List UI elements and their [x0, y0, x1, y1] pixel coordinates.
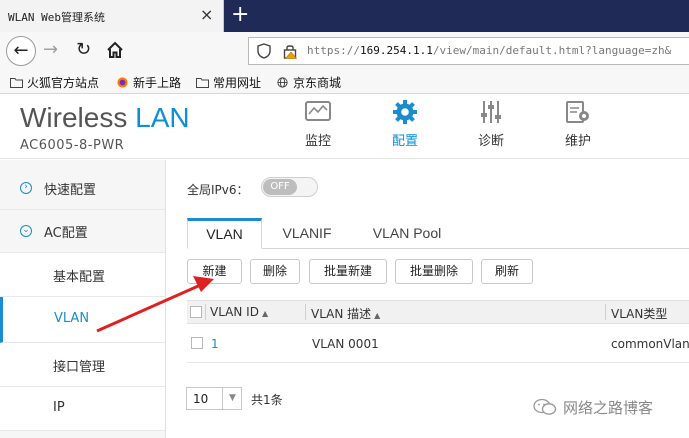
ipv6-toggle[interactable]: OFF: [261, 177, 318, 197]
browser-nav-bar: ← → ↻ https://169.254.1.1/view/main/defa…: [0, 32, 689, 70]
menu-maintain[interactable]: 维护: [548, 99, 608, 149]
sliders-icon: [481, 101, 501, 123]
bookmark-label: 常用网址: [213, 76, 262, 90]
column-vlan-type[interactable]: VLAN类型: [611, 305, 667, 322]
shield-icon[interactable]: [257, 43, 271, 59]
column-divider: [205, 304, 206, 320]
menu-diagnose[interactable]: 诊断: [461, 99, 521, 149]
cell-vlan-id[interactable]: 1: [211, 337, 219, 351]
back-button[interactable]: ←: [6, 36, 36, 66]
app-header: Wireless LAN AC6005-8-PWR 监控 配置 诊断 维护: [0, 95, 689, 159]
bookmark-item[interactable]: 火狐官方站点: [10, 74, 99, 91]
wechat-icon: [533, 398, 557, 415]
sort-icon[interactable]: ▲: [374, 311, 380, 320]
cell-vlan-desc: VLAN 0001: [312, 337, 379, 351]
batch-new-button[interactable]: 批量新建: [309, 259, 387, 284]
sidebar-item-label: 快速配置: [44, 183, 97, 198]
tab-vlan-pool[interactable]: VLAN Pool: [357, 218, 457, 249]
sidebar-item-basic-config[interactable]: 基本配置: [0, 253, 165, 297]
bookmark-item[interactable]: 新手上路: [116, 74, 181, 91]
sidebar-item-ac-config[interactable]: ⌄ AC配置: [0, 209, 165, 253]
url-scheme: https://: [307, 44, 360, 57]
globe-icon: [277, 77, 288, 88]
ipv6-label: 全局IPv6：: [187, 183, 249, 197]
table-header: VLAN ID ▲ VLAN 描述 ▲ VLAN类型: [187, 300, 689, 324]
chevron-right-circle-icon: ›: [20, 182, 32, 194]
column-vlan-id[interactable]: VLAN ID ▲: [210, 305, 268, 319]
url-bar[interactable]: https://169.254.1.1/view/main/default.ht…: [248, 37, 689, 65]
tab-vlan[interactable]: VLAN: [187, 218, 262, 249]
close-tab-icon[interactable]: ×: [200, 6, 213, 24]
sidebar-item-label: VLAN: [54, 311, 90, 326]
bookmark-label: 京东商城: [293, 76, 342, 90]
sidebar: › 快速配置 ⌄ AC配置 基本配置 VLAN 接口管理 IP: [0, 160, 166, 438]
folder-icon: [10, 78, 23, 88]
menu-config[interactable]: 配置: [375, 99, 435, 149]
menu-label: 维护: [564, 134, 591, 149]
cell-vlan-type: commonVlan: [611, 337, 689, 351]
sidebar-item-ip[interactable]: IP: [0, 387, 165, 431]
sidebar-item-label: 接口管理: [53, 360, 106, 375]
refresh-button[interactable]: 刷新: [481, 259, 533, 284]
bookmark-label: 新手上路: [133, 76, 182, 90]
folder-icon: [196, 78, 209, 88]
url-path: /view/main/default.html?language=zh&: [432, 44, 672, 57]
reload-button[interactable]: ↻: [76, 39, 91, 61]
toggle-state: OFF: [263, 179, 297, 195]
url-text[interactable]: https://169.254.1.1/view/main/default.ht…: [307, 44, 671, 57]
lock-warning-icon[interactable]: [283, 43, 297, 59]
bookmarks-bar: 火狐官方站点 新手上路 常用网址 京东商城: [0, 70, 689, 94]
menu-label: 监控: [304, 134, 331, 149]
row-checkbox[interactable]: [191, 337, 203, 349]
page-size-select[interactable]: 10 ▼: [186, 387, 242, 410]
brand-logo: Wireless LAN: [20, 102, 190, 134]
browser-tab-bar: WLAN Web管理系统 × +: [0, 0, 689, 32]
forward-button[interactable]: →: [43, 40, 58, 60]
browser-tab[interactable]: WLAN Web管理系统 ×: [0, 0, 224, 32]
gear-icon: [393, 100, 417, 124]
firefox-icon: [117, 77, 128, 88]
record-count: 共1条: [251, 393, 283, 407]
column-label: VLAN ID: [210, 305, 259, 319]
device-model: AC6005-8-PWR: [20, 138, 125, 153]
home-icon[interactable]: [105, 40, 125, 60]
brand-word: Wireless: [20, 102, 128, 133]
page-size-value: 10: [193, 392, 209, 406]
tab-title: WLAN Web管理系统: [8, 11, 105, 24]
sidebar-item-quick-config[interactable]: › 快速配置: [0, 166, 165, 210]
menu-label: 配置: [391, 134, 418, 149]
bookmark-item[interactable]: 京东商城: [276, 74, 341, 91]
menu-label: 诊断: [477, 134, 504, 149]
bookmark-item[interactable]: 常用网址: [196, 74, 261, 91]
url-host: 169.254.1.1: [359, 44, 433, 57]
batch-delete-button[interactable]: 批量删除: [395, 259, 473, 284]
sort-icon[interactable]: ▲: [262, 309, 268, 318]
sidebar-item-label: IP: [53, 400, 65, 415]
column-divider: [305, 304, 306, 320]
chevron-down-circle-icon: ⌄: [20, 225, 32, 237]
column-vlan-desc[interactable]: VLAN 描述 ▲: [311, 305, 380, 322]
table-row[interactable]: 1 VLAN 0001 commonVlan: [187, 325, 689, 363]
watermark-text: 网络之路博客: [563, 399, 654, 417]
delete-button[interactable]: 删除: [250, 259, 300, 284]
tab-vlanif[interactable]: VLANIF: [270, 218, 344, 249]
sidebar-item-label: AC配置: [44, 226, 88, 241]
content-tabs: VLAN VLANIF VLAN Pool: [187, 218, 689, 249]
select-all-checkbox[interactable]: [190, 306, 202, 318]
column-divider: [605, 304, 606, 320]
watermark: 网络之路博客: [533, 397, 653, 418]
new-tab-button[interactable]: +: [231, 2, 249, 28]
dropdown-arrow-icon[interactable]: ▼: [222, 388, 242, 409]
menu-monitor[interactable]: 监控: [288, 99, 348, 149]
sidebar-item-vlan[interactable]: VLAN: [0, 297, 165, 343]
column-label: VLAN 描述: [311, 307, 372, 321]
bookmark-label: 火狐官方站点: [27, 76, 100, 90]
maintenance-icon: [566, 101, 589, 123]
sidebar-item-label: 基本配置: [53, 270, 106, 285]
new-button[interactable]: 新建: [187, 259, 242, 284]
monitor-icon: [305, 101, 331, 121]
sidebar-item-interface[interactable]: 接口管理: [0, 343, 165, 387]
brand-word-accent: LAN: [135, 102, 190, 133]
